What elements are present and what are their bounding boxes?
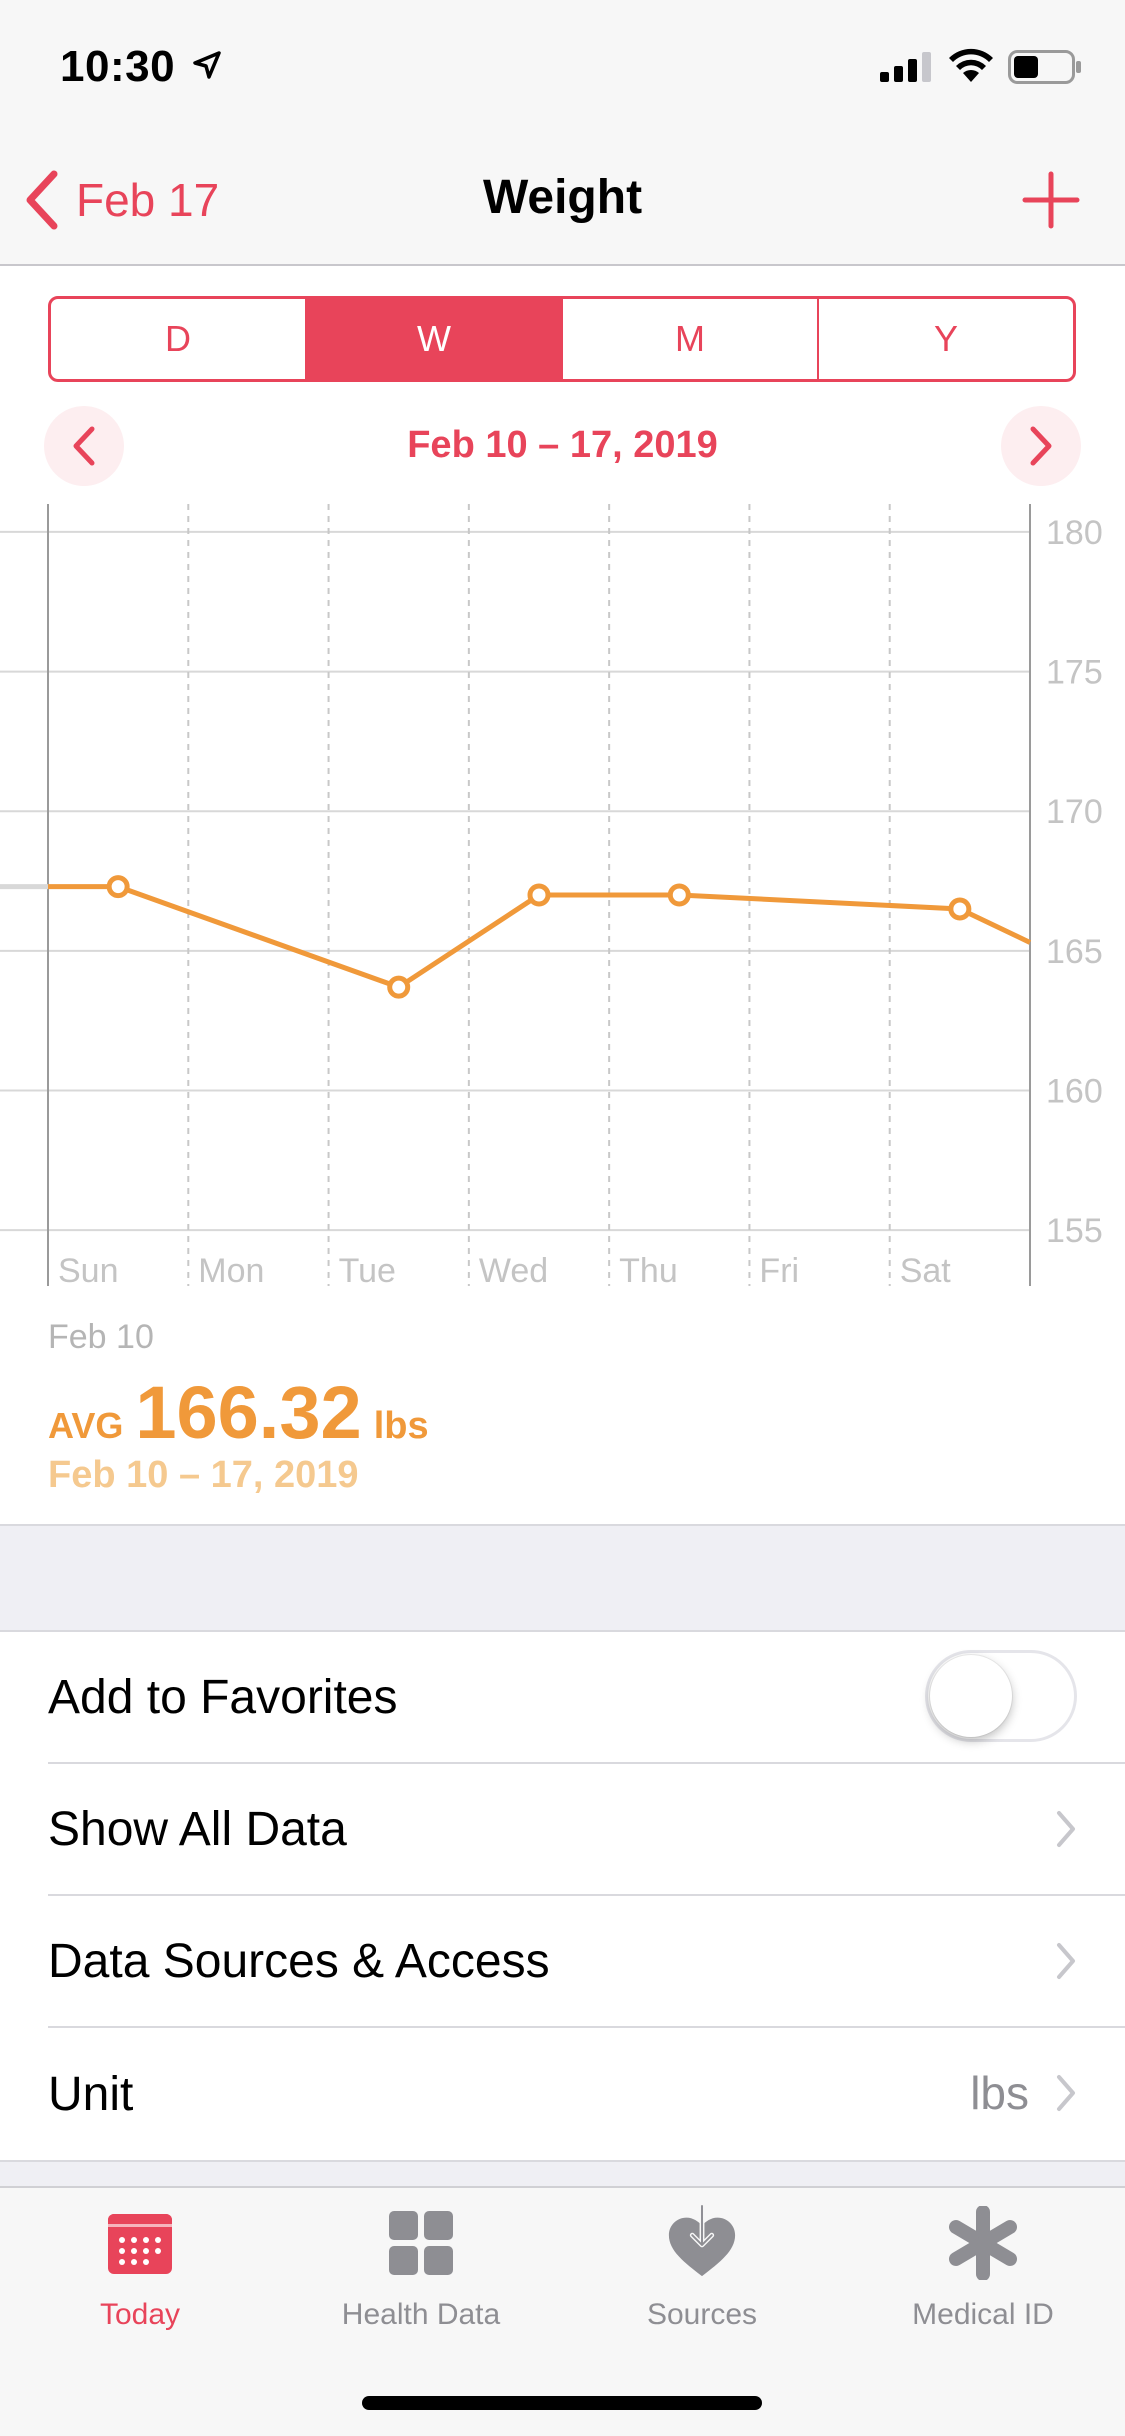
range-label: Feb 10 – 17, 2019	[407, 424, 718, 466]
status-bar: 10:30	[0, 0, 1125, 132]
y-tick-label: 160	[1046, 1073, 1103, 1111]
segment-year[interactable]: Y	[819, 299, 1073, 379]
data-point	[948, 897, 972, 921]
first-date-label: Feb 10	[48, 1318, 154, 1356]
tab-label: Sources	[646, 2298, 758, 2331]
segment-month[interactable]: M	[563, 299, 819, 379]
tab-label: Health Data	[341, 2298, 501, 2331]
row-label: Show All Data	[48, 1802, 347, 1856]
grid-icon	[384, 2206, 458, 2280]
data-point	[527, 883, 551, 907]
chevron-right-icon	[1057, 1811, 1075, 1847]
calendar-icon	[103, 2206, 177, 2280]
x-tick-label: Tue	[339, 1252, 396, 1290]
tab-health-data[interactable]: Health Data	[281, 2206, 561, 2346]
avg-value: 166.32	[135, 1371, 362, 1454]
navigation-bar: Feb 17 Weight	[0, 132, 1125, 266]
chevron-right-icon	[1057, 2075, 1075, 2111]
period-segmented-control: D W M Y	[48, 296, 1076, 382]
y-tick-label: 165	[1046, 933, 1103, 971]
average-summary: AVG 166.32 lbs	[48, 1370, 429, 1455]
chevron-right-icon	[1030, 426, 1052, 466]
row-label: Add to Favorites	[48, 1670, 398, 1724]
favorites-toggle[interactable]	[925, 1650, 1077, 1742]
weight-chart[interactable]: 180 175 170 165 160 155 Sun Mon Tue Wed Thu Fri Sat	[0, 504, 1125, 1304]
data-point	[667, 883, 691, 907]
x-tick-label: Thu	[619, 1252, 678, 1290]
show-all-data-row[interactable]: Show All Data	[48, 1764, 1125, 1896]
toggle-knob	[930, 1655, 1012, 1737]
tab-today[interactable]: Today	[0, 2206, 280, 2346]
avg-label: AVG	[48, 1405, 124, 1446]
tab-label: Today	[99, 2298, 181, 2331]
next-range-button[interactable]	[1001, 406, 1081, 486]
avg-unit: lbs	[373, 1405, 429, 1447]
battery-icon	[1008, 50, 1081, 84]
add-to-favorites-row: Add to Favorites	[48, 1632, 1125, 1764]
row-label: Unit	[48, 2067, 134, 2121]
tab-medical-id[interactable]: Medical ID	[843, 2206, 1123, 2346]
y-tick-label: 170	[1046, 793, 1103, 831]
avg-range: Feb 10 – 17, 2019	[48, 1454, 359, 1496]
unit-value: lbs	[970, 2067, 1029, 2119]
status-time: 10:30	[60, 42, 176, 91]
wifi-icon	[949, 48, 993, 82]
asterisk-icon	[946, 2206, 1020, 2280]
page-title: Weight	[482, 171, 643, 224]
cellular-signal-icon	[880, 52, 931, 82]
data-point	[387, 975, 411, 999]
segment-day[interactable]: D	[51, 299, 307, 379]
segment-week[interactable]: W	[307, 299, 563, 379]
x-tick-label: Sun	[58, 1252, 119, 1290]
x-tick-label: Fri	[759, 1252, 799, 1290]
unit-row[interactable]: Unit lbs	[48, 2028, 1125, 2160]
chart-card: D W M Y Feb 10 – 17, 2019 180 175 170 165 16…	[0, 266, 1125, 1526]
data-sources-row[interactable]: Data Sources & Access	[48, 1896, 1125, 2028]
chevron-right-icon	[1057, 1943, 1075, 1979]
tab-label: Medical ID	[912, 2298, 1054, 2331]
add-icon[interactable]	[1021, 170, 1081, 230]
data-point	[106, 875, 130, 899]
range-navigator: Feb 10 – 17, 2019	[0, 406, 1125, 486]
x-tick-label: Sat	[900, 1252, 952, 1290]
row-label: Data Sources & Access	[48, 1934, 550, 1988]
x-tick-label: Mon	[198, 1252, 264, 1290]
heart-download-icon	[665, 2205, 739, 2280]
y-tick-label: 155	[1046, 1212, 1103, 1250]
y-tick-label: 180	[1046, 514, 1103, 552]
x-tick-label: Wed	[479, 1252, 548, 1290]
location-arrow-icon	[193, 51, 221, 79]
y-tick-label: 175	[1046, 654, 1103, 692]
home-indicator	[362, 2396, 762, 2410]
settings-list: Add to Favorites Show All Data Data Sour…	[0, 1630, 1125, 2162]
tab-sources[interactable]: Sources	[562, 2205, 842, 2346]
